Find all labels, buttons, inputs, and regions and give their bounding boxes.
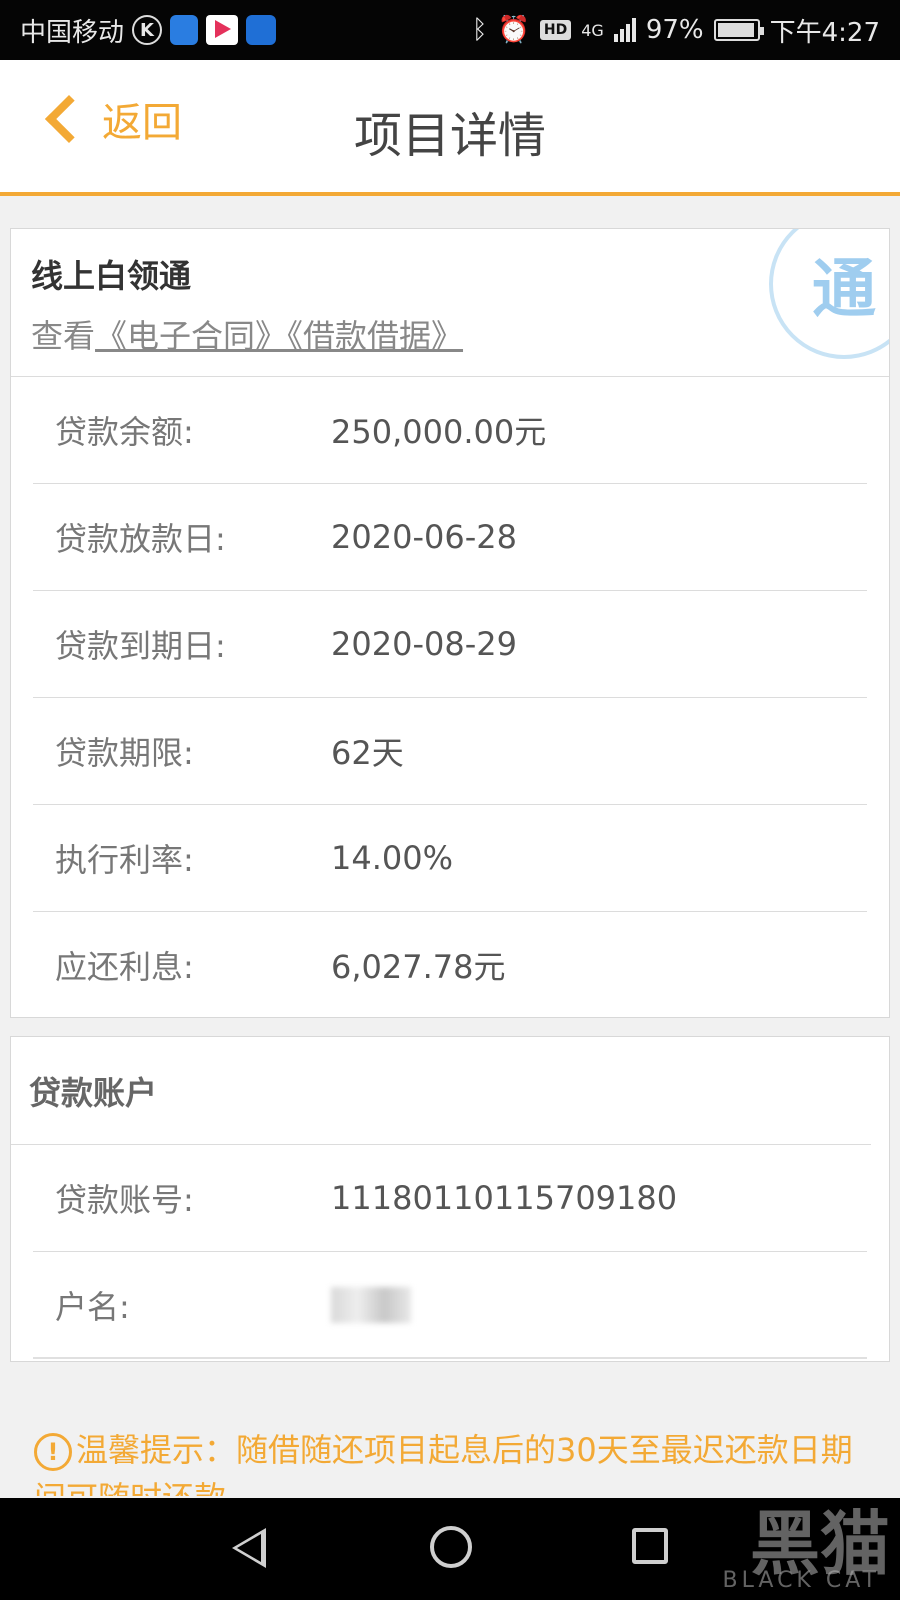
account-row-name: 户名:	[33, 1252, 867, 1359]
hd-badge: HD	[539, 20, 572, 40]
account-label: 户名:	[55, 1287, 130, 1326]
loan-detail-card: 线上白领通 查看《电子合同》《借款借据》 通 贷款余额: 250,000.00元…	[10, 228, 890, 1018]
clock: 下午4:27	[769, 17, 880, 48]
page-header: 返回 项目详情	[0, 60, 900, 196]
detail-label: 贷款期限:	[55, 734, 194, 772]
product-name: 线上白领通	[31, 257, 192, 295]
status-right: ᛒ ⏰ HD 4G 97% 下午4:27	[472, 12, 880, 49]
product-header: 线上白领通 查看《电子合同》《借款借据》 通	[11, 229, 889, 377]
detail-label: 执行利率:	[55, 841, 194, 879]
detail-row-disburse-date: 贷款放款日: 2020-06-28	[33, 484, 867, 591]
account-label: 贷款账号:	[55, 1181, 194, 1219]
account-row-number: 贷款账号: 11180110115709180	[33, 1145, 867, 1252]
status-left: 中国移动 K	[20, 12, 277, 49]
brand-watermark-sub: BLACK CAT	[722, 1568, 880, 1593]
alarm-icon: ⏰	[497, 15, 530, 45]
contract-links-line: 查看《电子合同》《借款借据》	[31, 311, 869, 357]
contract-links[interactable]: 《电子合同》《借款借据》	[95, 317, 463, 355]
blurred-account-name	[331, 1286, 411, 1323]
detail-row-term: 贷款期限: 62天	[33, 698, 867, 805]
detail-label: 贷款放款日:	[55, 520, 226, 558]
detail-value: 14.00%	[331, 839, 454, 877]
detail-value: 2020-06-28	[331, 518, 517, 556]
section-title: 贷款账户	[11, 1037, 871, 1145]
detail-value: 62天	[331, 734, 404, 772]
page-title: 项目详情	[353, 108, 546, 164]
detail-value: 6,027.78元	[331, 947, 506, 986]
nav-home-icon[interactable]	[430, 1526, 472, 1568]
network-type: 4G	[581, 20, 604, 40]
loan-account-card: 贷款账户 贷款账号: 11180110115709180 户名:	[10, 1036, 890, 1362]
nav-recent-icon[interactable]	[632, 1528, 668, 1564]
account-value: 11180110115709180	[331, 1179, 678, 1217]
warm-tip: !温馨提示：随借随还项目起息后的30天至最迟还款日期间可随时还款	[34, 1426, 874, 1496]
detail-label: 应还利息:	[55, 947, 194, 986]
signal-icon	[613, 18, 636, 42]
nav-back-icon[interactable]	[232, 1528, 266, 1568]
carrier-name: 中国移动	[20, 17, 125, 48]
detail-label: 贷款余额:	[55, 413, 194, 451]
detail-value: 250,000.00元	[331, 413, 547, 451]
circle-app-icon	[246, 15, 277, 45]
tip-text: 温馨提示：随借随还项目起息后的30天至最迟还款日期间可随时还款	[34, 1431, 853, 1496]
detail-value: 2020-08-29	[331, 625, 517, 663]
shield-app-icon	[170, 15, 199, 45]
view-prefix: 查看	[31, 317, 96, 355]
detail-row-rate: 执行利率: 14.00%	[33, 805, 867, 912]
battery-percent: 97%	[645, 15, 704, 45]
status-bar: 中国移动 K ᛒ ⏰ HD 4G 97% 下午4:27	[0, 0, 900, 60]
youku-app-icon	[206, 15, 239, 45]
exclamation-icon: !	[34, 1433, 72, 1471]
detail-row-balance: 贷款余额: 250,000.00元	[33, 377, 867, 484]
battery-icon	[713, 19, 764, 41]
detail-row-due-date: 贷款到期日: 2020-08-29	[33, 591, 867, 698]
detail-label: 贷款到期日:	[55, 627, 226, 665]
k-app-icon: K	[132, 15, 163, 45]
bluetooth-icon: ᛒ	[471, 15, 488, 45]
detail-row-interest: 应还利息: 6,027.78元	[33, 912, 867, 1017]
